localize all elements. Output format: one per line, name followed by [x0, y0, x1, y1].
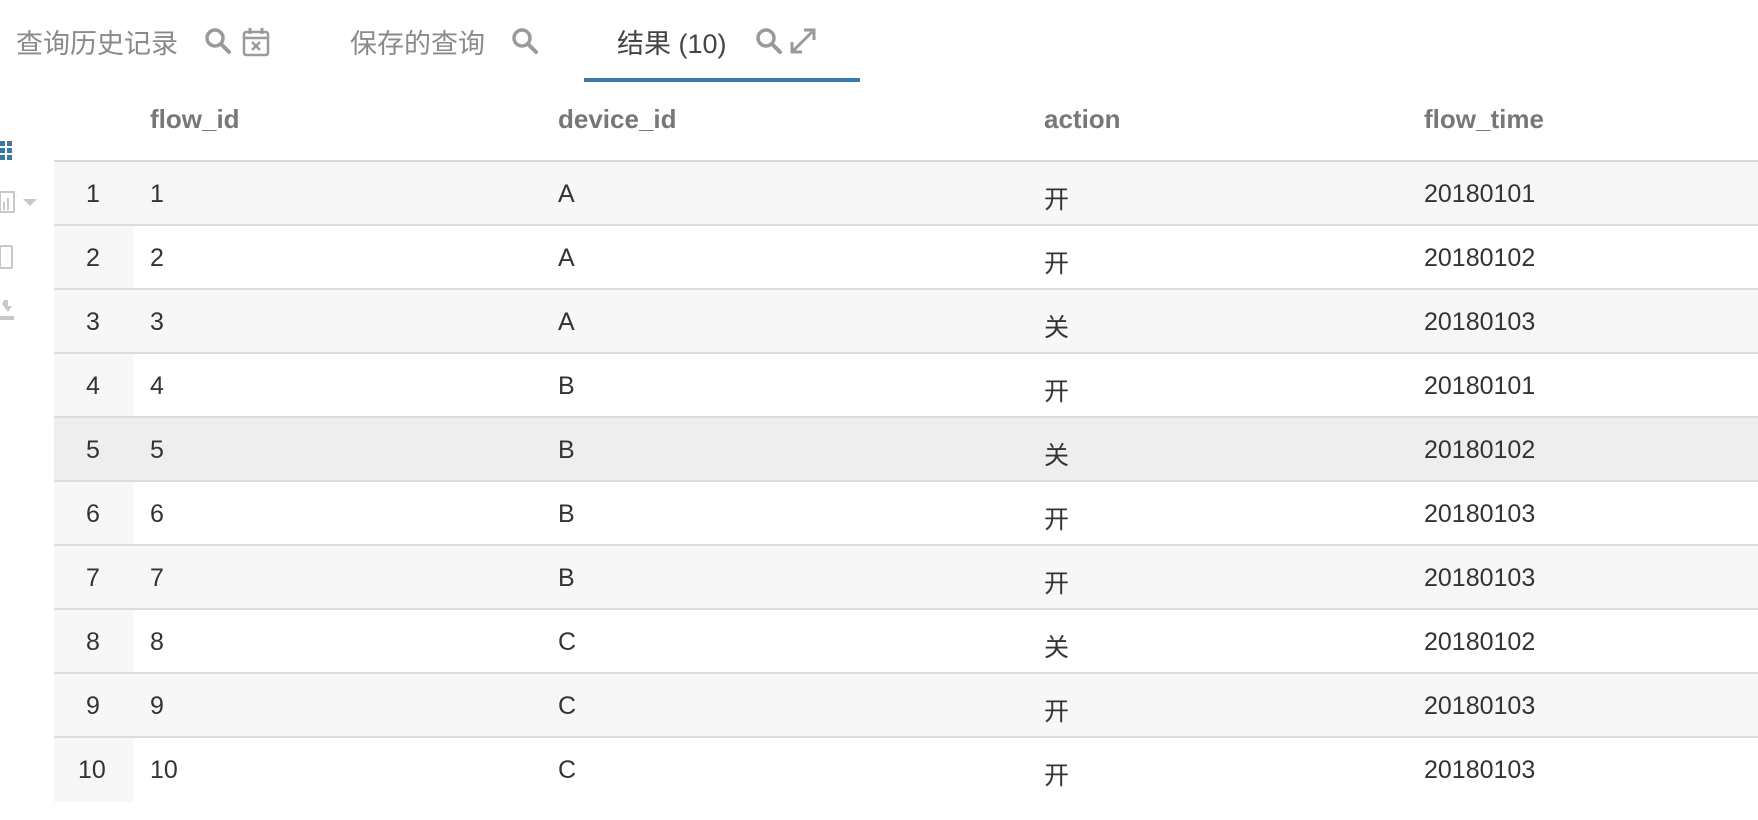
cell-flow-time: 20180101 — [1424, 372, 1536, 400]
results-table: flow_id device_id action flow_time 1 1 A… — [54, 88, 1758, 802]
tab-saved-queries[interactable]: 保存的查询 — [350, 0, 539, 82]
cell-flow-id: 10 — [150, 756, 178, 784]
tab-saved-queries-label: 保存的查询 — [350, 28, 485, 59]
table-row[interactable]: 10 10 C 开 20180103 — [54, 738, 1758, 802]
download-button[interactable] — [0, 298, 48, 334]
cell-action: 开 — [1044, 250, 1070, 278]
tab-bar: 查询历史记录 保存的查询 结果 (10) — [0, 0, 1758, 82]
cell-device-id: A — [558, 180, 575, 208]
cell-flow-id: 3 — [150, 308, 164, 336]
row-number: 1 — [86, 180, 100, 208]
table-row[interactable]: 2 2 A 开 20180102 — [54, 226, 1758, 290]
cell-flow-time: 20180101 — [1424, 180, 1536, 208]
cell-device-id: B — [558, 436, 575, 464]
search-icon[interactable] — [204, 27, 232, 55]
row-number: 6 — [86, 500, 100, 528]
cell-device-id: C — [558, 692, 577, 720]
table-row[interactable]: 1 1 A 开 20180101 — [54, 162, 1758, 226]
cell-action: 关 — [1044, 634, 1070, 662]
grid-view-icon — [0, 138, 48, 162]
table-row[interactable]: 9 9 C 开 20180103 — [54, 674, 1758, 738]
table-row[interactable]: 6 6 B 开 20180103 — [54, 482, 1758, 546]
row-number: 5 — [86, 436, 100, 464]
cell-flow-time: 20180103 — [1424, 308, 1536, 336]
column-header-flow-id[interactable]: flow_id — [150, 104, 240, 135]
cell-flow-time: 20180102 — [1424, 244, 1536, 272]
copy-button[interactable] — [0, 244, 48, 280]
cell-flow-id: 1 — [150, 180, 164, 208]
cell-action: 关 — [1044, 314, 1070, 342]
cell-flow-id: 2 — [150, 244, 164, 272]
table-row[interactable]: 8 8 C 关 20180102 — [54, 610, 1758, 674]
table-row[interactable]: 3 3 A 关 20180103 — [54, 290, 1758, 354]
cell-action: 开 — [1044, 698, 1070, 726]
column-header-device-id[interactable]: device_id — [558, 104, 677, 135]
cell-device-id: A — [558, 308, 575, 336]
cell-flow-id: 5 — [150, 436, 164, 464]
cell-device-id: B — [558, 564, 575, 592]
cell-action: 开 — [1044, 378, 1070, 406]
row-number: 9 — [86, 692, 100, 720]
cell-action: 开 — [1044, 762, 1070, 790]
column-header-flow-time[interactable]: flow_time — [1424, 104, 1544, 135]
cell-flow-id: 6 — [150, 500, 164, 528]
cell-action: 关 — [1044, 442, 1070, 470]
table-row[interactable]: 5 5 B 关 20180102 — [54, 418, 1758, 482]
tab-query-history-label: 查询历史记录 — [16, 28, 178, 59]
clipboard-icon — [0, 244, 48, 270]
cell-flow-time: 20180103 — [1424, 692, 1536, 720]
cell-flow-time: 20180103 — [1424, 500, 1536, 528]
row-number: 10 — [78, 756, 106, 784]
tab-results-label: 结果 (10) — [617, 28, 727, 59]
row-number: 2 — [86, 244, 100, 272]
cell-flow-id: 4 — [150, 372, 164, 400]
expand-icon[interactable] — [789, 27, 817, 55]
search-icon[interactable] — [511, 27, 539, 55]
cell-device-id: A — [558, 244, 575, 272]
cell-action: 开 — [1044, 506, 1070, 534]
tab-query-history[interactable]: 查询历史记录 — [16, 0, 270, 82]
cell-flow-id: 9 — [150, 692, 164, 720]
tab-results[interactable]: 结果 (10) — [617, 0, 817, 82]
cell-device-id: B — [558, 500, 575, 528]
cell-device-id: C — [558, 628, 577, 656]
active-tab-indicator — [584, 78, 860, 82]
chevron-down-icon — [22, 196, 38, 208]
cell-flow-time: 20180102 — [1424, 436, 1536, 464]
row-number: 4 — [86, 372, 100, 400]
cell-action: 开 — [1044, 570, 1070, 598]
cell-action: 开 — [1044, 186, 1070, 214]
calendar-clear-icon[interactable] — [242, 27, 270, 57]
cell-device-id: B — [558, 372, 575, 400]
table-row[interactable]: 4 4 B 开 20180101 — [54, 354, 1758, 418]
table-header: flow_id device_id action flow_time — [54, 88, 1758, 162]
cell-flow-time: 20180103 — [1424, 564, 1536, 592]
cell-flow-id: 7 — [150, 564, 164, 592]
row-number: 7 — [86, 564, 100, 592]
cell-flow-id: 8 — [150, 628, 164, 656]
row-number: 8 — [86, 628, 100, 656]
chart-view-button[interactable] — [0, 190, 48, 226]
search-icon[interactable] — [755, 27, 783, 55]
cell-device-id: C — [558, 756, 577, 784]
table-row[interactable]: 7 7 B 开 20180103 — [54, 546, 1758, 610]
cell-flow-time: 20180102 — [1424, 628, 1536, 656]
cell-flow-time: 20180103 — [1424, 756, 1536, 784]
grid-view-button[interactable] — [0, 138, 48, 174]
column-header-action[interactable]: action — [1044, 104, 1121, 135]
download-icon — [0, 298, 48, 324]
row-number: 3 — [86, 308, 100, 336]
chart-icon — [0, 190, 16, 214]
